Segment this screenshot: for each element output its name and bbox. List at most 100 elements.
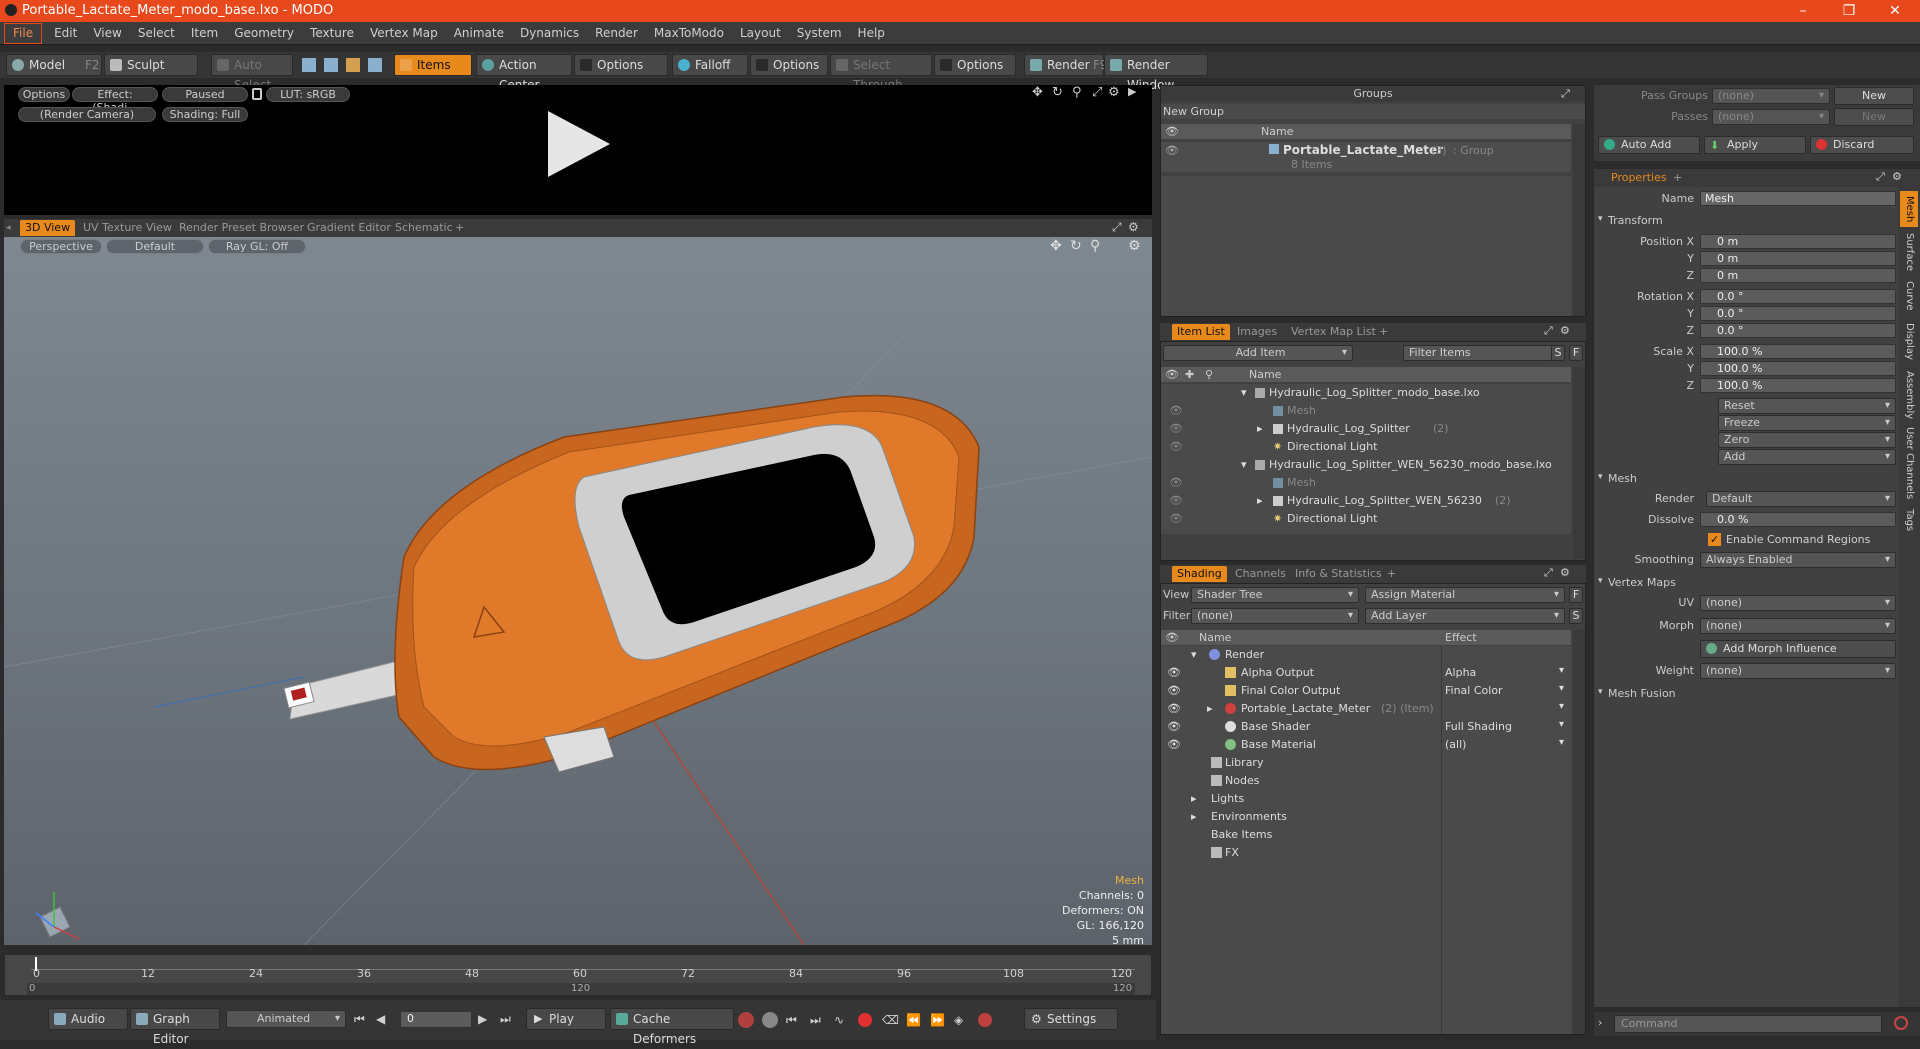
edges-mode-icon[interactable] [324, 58, 338, 72]
list-item[interactable]: 👁 ▸ Hydraulic_Log_Splitter (2) [1161, 420, 1571, 438]
graph-editor-button[interactable]: Graph Editor [130, 1008, 220, 1046]
shader-row[interactable]: Bake Items [1161, 826, 1571, 844]
maximize-icon[interactable]: ❐ [1826, 0, 1872, 22]
itemlist-maximize-icon[interactable]: ⤢ [1544, 324, 1553, 338]
menu-animate[interactable]: Animate [446, 22, 512, 45]
auto-key-icon[interactable] [738, 1012, 754, 1028]
scale-z-field[interactable]: 100.0 % [1700, 378, 1896, 393]
group-row[interactable]: 👁 Portable_Lactate_Meter (3) : Group 8 I… [1161, 142, 1571, 172]
preview-refresh-icon[interactable]: ↻ [1052, 85, 1063, 100]
freeze-dropdown[interactable]: Freeze [1718, 415, 1896, 431]
shader-row[interactable]: ▾ Render [1161, 646, 1571, 664]
rotation-z-field[interactable]: 0.0 ° [1700, 323, 1896, 338]
action-center-button[interactable]: Action Center [476, 54, 572, 92]
eye-icon[interactable]: 👁 [1167, 702, 1181, 715]
shader-row[interactable]: Library [1161, 754, 1571, 772]
name-field[interactable]: Mesh [1700, 191, 1896, 206]
key-clear-icon[interactable] [978, 1013, 992, 1027]
dissolve-field[interactable]: 0.0 % [1700, 512, 1896, 527]
rotation-y-field[interactable]: 0.0 ° [1700, 306, 1896, 321]
preview-lut-dropdown[interactable]: LUT: sRGB [266, 87, 350, 102]
expand-arrow-icon[interactable]: ▾ [1241, 386, 1247, 399]
shader-row[interactable]: 👁 Base Shader Full Shading ▾ [1161, 718, 1571, 736]
items-mode-button[interactable]: Items [394, 54, 472, 76]
tab-shading[interactable]: Shading [1172, 566, 1227, 582]
falloff-button[interactable]: Falloff [672, 54, 748, 76]
command-history-icon[interactable]: › [1598, 1016, 1602, 1029]
add-dropdown[interactable]: Add [1718, 449, 1896, 465]
new-pass-button[interactable]: New [1834, 108, 1914, 126]
mesh-fusion-section[interactable]: Mesh Fusion [1594, 687, 1894, 700]
tab-images[interactable]: Images [1232, 324, 1282, 340]
side-tab-assembly[interactable]: Assembly [1900, 371, 1918, 421]
lock-icon[interactable] [252, 88, 262, 100]
menu-dynamics[interactable]: Dynamics [512, 22, 587, 45]
close-icon[interactable]: ✕ [1872, 0, 1918, 22]
menu-item[interactable]: Item [183, 22, 226, 45]
list-item[interactable]: ▾ Hydraulic_Log_Splitter_WEN_56230_modo_b… [1161, 456, 1571, 474]
auto-select-button[interactable]: Auto Select [211, 54, 293, 92]
settings-button[interactable]: ⚙ Settings [1024, 1008, 1118, 1030]
command-stop-icon[interactable] [1894, 1016, 1908, 1030]
eye-icon[interactable]: 👁 [1165, 144, 1179, 157]
menu-layout[interactable]: Layout [732, 22, 789, 45]
enable-command-regions-checkbox[interactable]: ✓ [1708, 533, 1721, 546]
shading-maximize-icon[interactable]: ⤢ [1544, 566, 1553, 580]
preview-options-button[interactable]: Options [18, 87, 70, 102]
add-tab-icon[interactable]: + [1374, 324, 1393, 340]
preview-settings-icon[interactable]: ⚙ [1108, 85, 1120, 100]
key-curve-icon[interactable]: ∿ [834, 1013, 844, 1027]
shading-settings-icon[interactable]: ⚙ [1560, 566, 1570, 579]
rotation-x-field[interactable]: 0.0 ° [1700, 289, 1896, 304]
morph-dropdown[interactable]: (none) [1700, 618, 1896, 634]
shading-s-button[interactable]: S [1569, 608, 1583, 624]
menu-system[interactable]: System [789, 22, 850, 45]
falloff-options-button[interactable]: Options [750, 54, 828, 76]
expand-arrow-icon[interactable]: ▸ [1257, 422, 1263, 435]
effect-dropdown-icon[interactable]: ▾ [1559, 737, 1564, 748]
eye-icon[interactable]: 👁 [1169, 494, 1183, 507]
select-through-button[interactable]: Select Through [830, 54, 932, 92]
list-item[interactable]: 👁 Mesh [1161, 402, 1571, 420]
menu-maxtomodo[interactable]: MaxToModo [646, 22, 732, 45]
next-frame-icon[interactable]: ▶ [478, 1012, 487, 1026]
cache-deformers-button[interactable]: Cache Deformers [610, 1008, 734, 1046]
preview-camera-dropdown[interactable]: (Render Camera) [18, 107, 156, 122]
eye-icon[interactable]: 👁 [1169, 422, 1183, 435]
effect-dropdown-icon[interactable]: ▾ [1559, 683, 1564, 694]
reset-dropdown[interactable]: Reset [1718, 398, 1896, 414]
transform-section[interactable]: Transform [1594, 214, 1894, 227]
prev-frame-icon[interactable]: ◀ [376, 1012, 385, 1026]
tab-properties[interactable]: Properties [1606, 170, 1672, 186]
menu-texture[interactable]: Texture [302, 22, 362, 45]
item-f-button[interactable]: F [1569, 345, 1583, 361]
item-s-button[interactable]: S [1551, 345, 1565, 361]
eye-icon[interactable]: 👁 [1167, 684, 1181, 697]
pass-groups-dropdown[interactable]: (none) [1712, 88, 1830, 104]
preview-maximize-icon[interactable]: ⤢ [1092, 85, 1102, 100]
add-layer-dropdown[interactable]: Add Layer [1365, 608, 1565, 624]
first-frame-icon[interactable]: ⏮ [354, 1012, 365, 1027]
key-skip-back-icon[interactable]: ⏪ [906, 1013, 921, 1027]
add-tab-icon[interactable]: + [1668, 170, 1687, 186]
preview-effect-dropdown[interactable]: Effect: (Shadi... [72, 87, 158, 114]
eye-icon[interactable]: 👁 [1167, 666, 1181, 679]
view-dropdown[interactable]: Shader Tree [1191, 587, 1359, 603]
menu-render[interactable]: Render [587, 22, 646, 45]
scale-x-field[interactable]: 100.0 % [1700, 344, 1896, 359]
record-icon[interactable] [858, 1013, 872, 1027]
menu-vertex-map[interactable]: Vertex Map [362, 22, 446, 45]
expand-arrow-icon[interactable]: ▸ [1207, 702, 1213, 715]
timeline-playhead[interactable] [35, 957, 37, 971]
menu-help[interactable]: Help [850, 22, 893, 45]
auto-add-button[interactable]: Auto Add [1598, 136, 1700, 154]
minimize-icon[interactable]: – [1780, 0, 1826, 22]
effect-dropdown-icon[interactable]: ▾ [1559, 701, 1564, 712]
uv-dropdown[interactable]: (none) [1700, 595, 1896, 611]
side-tab-curve[interactable]: Curve [1900, 281, 1918, 317]
list-item[interactable]: ▾ Hydraulic_Log_Splitter_modo_base.lxo [1161, 384, 1571, 402]
eye-icon[interactable]: 👁 [1169, 404, 1183, 417]
eye-icon[interactable]: 👁 [1169, 476, 1183, 489]
shader-row[interactable]: 👁 Alpha Output Alpha ▾ [1161, 664, 1571, 682]
select-through-options-button[interactable]: Options [934, 54, 1016, 76]
